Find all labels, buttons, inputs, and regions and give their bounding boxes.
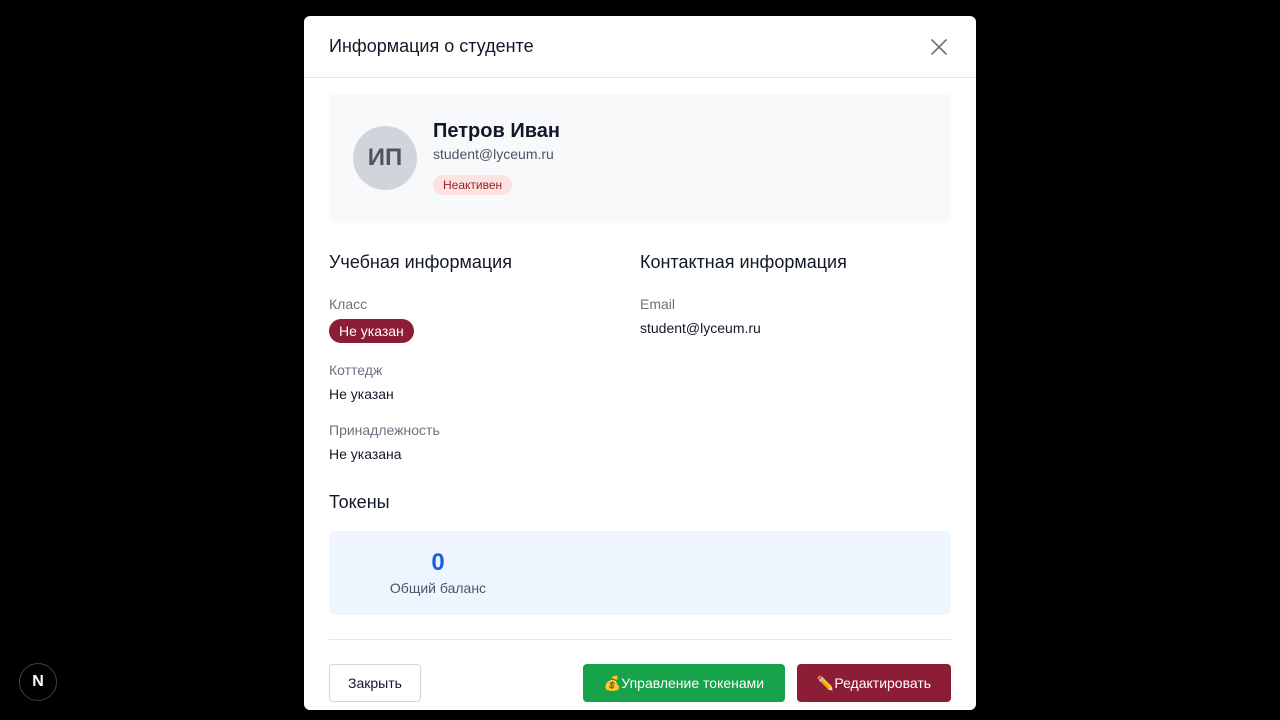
balance-label: Общий баланс [389,580,487,596]
modal-title: Информация о студенте [329,36,534,56]
contact-info-section: Контактная информация Email student@lyce… [640,251,951,463]
info-grid: Учебная информация Класс Не указан Котте… [329,251,951,463]
manage-tokens-button[interactable]: 💰Управление токенами [583,664,785,702]
academic-info-section: Учебная информация Класс Не указан Котте… [329,251,640,463]
total-balance-stat: 0 Общий баланс [389,549,487,597]
nextjs-dev-badge[interactable]: N [19,663,57,701]
profile-info: Петров Иван student@lyceum.ru Неактивен [433,119,560,195]
tokens-title: Токены [329,492,390,512]
class-badge: Не указан [329,319,414,343]
cottage-value: Не указан [329,386,394,402]
status-badge: Неактивен [433,174,513,195]
action-buttons: 💰Управление токенами ✏️Редактировать [583,664,951,702]
tokens-panel: 0 Общий баланс [329,531,951,615]
email-value: student@lyceum.ru [640,320,761,336]
modal-footer: Закрыть 💰Управление токенами ✏️Редактиро… [329,664,951,702]
modal-body: ИП Петров Иван student@lyceum.ru Неактив… [304,78,976,702]
footer-divider [329,639,951,640]
student-email: student@lyceum.ru [433,145,554,162]
edit-button[interactable]: ✏️Редактировать [797,664,951,702]
cottage-label: Коттедж [329,362,383,378]
close-button[interactable]: Закрыть [329,664,421,702]
class-label: Класс [329,296,368,312]
profile-card: ИП Петров Иван student@lyceum.ru Неактив… [329,94,951,223]
email-label: Email [640,296,676,312]
close-icon[interactable] [927,35,951,59]
student-info-modal: Информация о студенте ИП Петров Иван stu… [304,16,976,710]
academic-info-title: Учебная информация [329,252,512,272]
avatar: ИП [353,125,417,190]
affiliation-label: Принадлежность [329,422,440,438]
affiliation-value: Не указана [329,446,402,462]
balance-value: 0 [431,549,445,576]
nextjs-logo-icon: N [32,673,44,690]
student-name: Петров Иван [433,119,560,142]
contact-info-title: Контактная информация [640,252,847,272]
modal-header: Информация о студенте [304,16,976,78]
